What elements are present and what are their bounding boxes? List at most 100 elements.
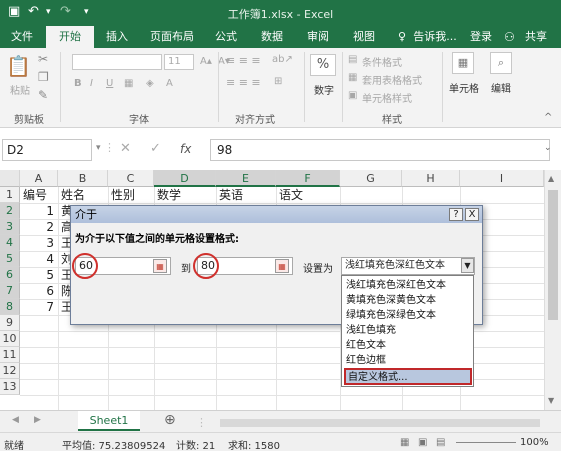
cut-icon[interactable]: ✂ [38,52,48,66]
insert-function-button[interactable]: fx [180,142,191,156]
column-header[interactable]: E [216,170,276,187]
prev-sheet-icon[interactable]: ◀ [12,415,19,425]
sign-in-link[interactable]: 登录 [466,26,496,48]
cell[interactable]: 6 [20,283,56,299]
scroll-thumb[interactable] [548,190,558,320]
cell[interactable]: 2 [20,219,56,235]
row-header[interactable]: 1 [0,187,20,203]
cells-button[interactable]: 单元格 [446,80,482,95]
column-header[interactable]: F [276,170,340,187]
page-layout-icon[interactable]: ▣ [418,437,427,448]
percent-icon[interactable]: % [310,54,336,76]
row-header[interactable]: 6 [0,267,20,283]
tab-page-layout[interactable]: 页面布局 [142,26,202,48]
copy-icon[interactable]: ❐ [38,70,49,84]
italic-button[interactable]: I [90,78,93,89]
font-size-combo[interactable]: 11 [164,54,194,70]
row-header[interactable]: 3 [0,219,20,235]
cell[interactable]: 姓名 [58,187,108,203]
row-header[interactable]: 5 [0,251,20,267]
format-painter-icon[interactable]: ✎ [38,88,48,102]
expand-formula-icon[interactable]: ⌄ [544,143,552,153]
next-sheet-icon[interactable]: ▶ [34,415,41,425]
tab-review[interactable]: 审阅 [298,26,338,48]
tab-view[interactable]: 视图 [344,26,384,48]
name-box-dropdown-icon[interactable]: ▾ [96,143,101,153]
table-format-icon[interactable]: ▦ [348,72,357,83]
font-color-icon[interactable]: A [166,78,173,89]
name-box[interactable]: D2 [2,139,92,161]
paste-label[interactable]: 粘贴 [6,82,34,97]
format-option[interactable]: 黄填充色深黄色文本 [344,293,472,308]
column-header[interactable]: G [340,170,402,187]
row-header[interactable]: 12 [0,363,20,379]
bold-button[interactable]: B [74,78,82,89]
cells-icon[interactable]: ▦ [452,52,474,74]
select-all-corner[interactable] [0,170,20,187]
format-option[interactable]: 浅红色填充 [344,323,472,338]
range-select-icon[interactable]: ▦ [275,259,289,273]
paste-icon[interactable]: 📋 [6,54,31,78]
collapse-ribbon-icon[interactable]: ^ [544,112,552,123]
scroll-up-icon[interactable]: ▲ [548,174,554,183]
sheet-tab-sheet1[interactable]: Sheet1 [78,411,140,431]
column-header[interactable]: H [402,170,460,187]
align-left-icon[interactable]: ≡ ≡ ≡ [226,76,261,89]
row-header[interactable]: 9 [0,315,20,331]
number-format-button[interactable]: 数字 [310,82,338,97]
page-break-icon[interactable]: ▤ [436,437,445,448]
tab-data[interactable]: 数据 [252,26,292,48]
row-header[interactable]: 2 [0,203,20,219]
add-sheet-button[interactable]: ⊕ [164,412,176,428]
column-header[interactable]: D [154,170,216,187]
cell[interactable]: 4 [20,251,56,267]
help-button[interactable]: ? [449,208,463,221]
tab-insert[interactable]: 插入 [98,26,136,48]
row-header[interactable]: 4 [0,235,20,251]
cell[interactable]: 英语 [216,187,276,203]
horizontal-scrollbar[interactable] [220,419,540,427]
cell[interactable]: 3 [20,235,56,251]
formula-input[interactable]: 98 [210,139,550,161]
tab-file[interactable]: 文件 [0,26,44,48]
row-header[interactable]: 10 [0,331,20,347]
cell[interactable]: 数学 [154,187,216,203]
cancel-icon[interactable]: ✕ [120,141,131,156]
row-header[interactable]: 11 [0,347,20,363]
scroll-down-icon[interactable]: ▼ [548,396,554,405]
row-header[interactable]: 7 [0,283,20,299]
row-header[interactable]: 8 [0,299,20,315]
tell-me-box[interactable]: 告诉我... [410,26,460,48]
vertical-scrollbar[interactable]: ▲ ▼ [544,170,561,410]
close-button[interactable]: X [465,208,479,221]
column-header[interactable]: I [460,170,544,187]
merge-icon[interactable]: ⊞ [274,76,282,87]
cell-styles-icon[interactable]: ▣ [348,90,357,101]
borders-icon[interactable]: ▦ [124,78,133,89]
cell-styles-button[interactable]: 单元格样式 [362,90,412,105]
cell[interactable]: 性别 [108,187,154,203]
cell[interactable]: 编号 [20,187,58,203]
normal-view-icon[interactable]: ▦ [400,437,409,448]
align-top-icon[interactable]: ≡ ≡ ≡ [226,54,261,67]
row-header[interactable]: 13 [0,379,20,395]
format-option[interactable]: 红色文本 [344,338,472,353]
cell[interactable]: 7 [20,299,56,315]
share-button[interactable]: 共享 [516,26,556,48]
format-select[interactable]: 浅红填充色深红色文本 [341,257,475,275]
column-header[interactable]: B [58,170,108,187]
range-select-icon[interactable]: ▦ [153,259,167,273]
search-icon[interactable]: ⌕ [490,52,512,74]
tab-home[interactable]: 开始 [46,26,94,48]
underline-button[interactable]: U [106,78,113,89]
zoom-slider[interactable] [456,442,516,443]
zoom-level[interactable]: 100% [520,437,549,448]
column-header[interactable]: C [108,170,154,187]
grow-font-icon[interactable]: A▴ [200,56,212,67]
enter-icon[interactable]: ✓ [150,141,161,156]
custom-format-option[interactable]: 自定义格式... [344,368,472,385]
conditional-format-button[interactable]: 条件格式 [362,54,402,69]
format-as-table-button[interactable]: 套用表格格式 [362,72,422,87]
editing-button[interactable]: 编辑 [486,80,516,95]
orientation-icon[interactable]: ab↗ [272,54,293,65]
